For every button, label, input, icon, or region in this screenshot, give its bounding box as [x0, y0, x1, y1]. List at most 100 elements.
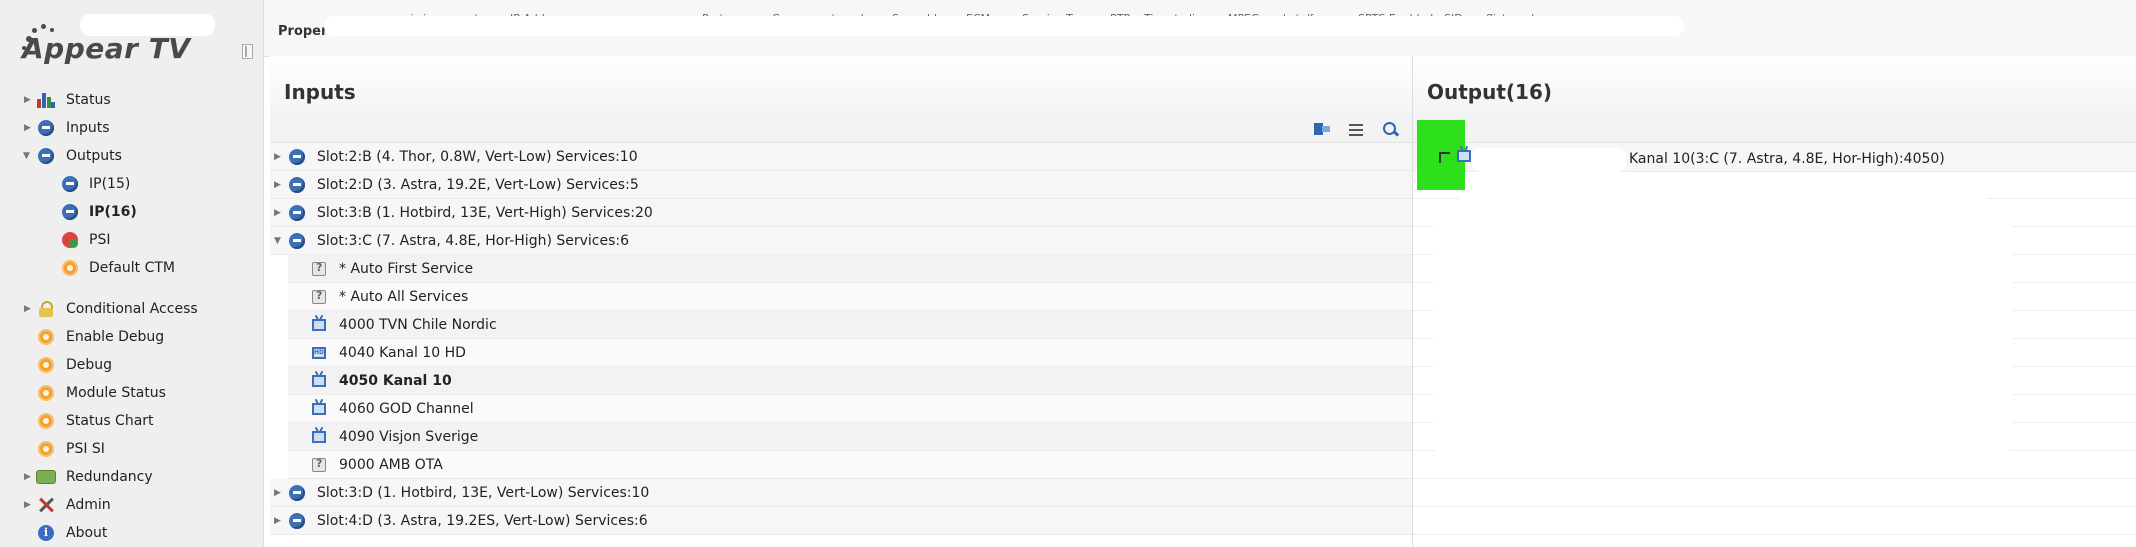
- service-row-selected[interactable]: 4050 Kanal 10: [288, 367, 1412, 395]
- expand-arrow-icon[interactable]: ▶: [24, 95, 32, 105]
- service-label: 4050 Kanal 10: [339, 372, 452, 389]
- sidebar-item-enable-debug[interactable]: Enable Debug: [0, 324, 264, 350]
- sidebar-item-module-status[interactable]: Module Status: [0, 380, 264, 406]
- hd-tv-icon: HD: [310, 344, 328, 362]
- output-empty-row: [1413, 171, 2136, 199]
- expand-arrow-icon[interactable]: ▶: [274, 152, 281, 162]
- input-slot-row[interactable]: ▶ Slot:2:B (4. Thor, 0.8W, Vert-Low) Ser…: [270, 143, 1412, 171]
- output-arrow-icon: [60, 202, 80, 222]
- gear-icon: [36, 439, 56, 459]
- slot-label: Slot:2:D (3. Astra, 19.2E, Vert-Low) Ser…: [317, 176, 639, 193]
- tv-icon: [1457, 150, 1471, 162]
- tv-icon: [310, 372, 328, 390]
- redacted-area: [1433, 196, 2013, 476]
- expand-arrow-icon[interactable]: ▶: [274, 180, 281, 190]
- service-row[interactable]: 4060 GOD Channel: [288, 395, 1412, 423]
- gear-icon: [36, 327, 56, 347]
- input-arrow-icon: [288, 204, 306, 222]
- service-label: * Auto All Services: [339, 288, 469, 305]
- sidebar-item-label: Debug: [66, 357, 113, 373]
- sidebar-item-debug[interactable]: Debug: [0, 352, 264, 378]
- psi-icon: [60, 230, 80, 250]
- sidebar-item-redundancy[interactable]: ▶ Redundancy: [0, 464, 264, 490]
- sidebar-item-ip16[interactable]: IP(16): [0, 199, 264, 225]
- redacted-area: [80, 14, 215, 36]
- input-slot-row[interactable]: ▶ Slot:2:D (3. Astra, 19.2E, Vert-Low) S…: [270, 171, 1412, 199]
- slot-label: Slot:4:D (3. Astra, 19.2ES, Vert-Low) Se…: [317, 512, 648, 529]
- expand-arrow-icon[interactable]: ▶: [24, 500, 32, 510]
- sidebar-item-inputs[interactable]: ▶ Inputs: [0, 115, 264, 141]
- service-row[interactable]: 4000 TVN Chile Nordic: [288, 311, 1412, 339]
- sidebar: Appear TV ▶ Status ▶ Inputs ▼ Outputs IP…: [0, 0, 264, 547]
- sidebar-item-label: Status Chart: [66, 413, 154, 429]
- redacted-area: [1471, 148, 1627, 172]
- auto-service-icon: [310, 260, 328, 278]
- inputs-panel: Inputs ▶ Slot:2:B (4. Thor, 0.8W, Vert-L…: [270, 56, 1412, 547]
- search-icon[interactable]: [1380, 120, 1400, 139]
- input-slot-row[interactable]: ▶ Slot:4:D (3. Astra, 19.2ES, Vert-Low) …: [270, 507, 1412, 535]
- gear-icon: [36, 383, 56, 403]
- service-row[interactable]: * Auto All Services: [288, 283, 1412, 311]
- service-label: 4000 TVN Chile Nordic: [339, 316, 497, 333]
- status-chart-icon: [36, 90, 56, 110]
- properties-header: Properties ...ic increment IP Address Po…: [264, 0, 2136, 57]
- expand-arrow-icon[interactable]: ▶: [274, 516, 281, 526]
- export-icon[interactable]: [1312, 120, 1332, 139]
- expand-arrow-icon[interactable]: ▶: [24, 304, 32, 314]
- redundancy-icon: [36, 467, 56, 487]
- collapse-arrow-icon[interactable]: ▼: [23, 151, 31, 161]
- service-label: 4090 Visjon Sverige: [339, 428, 479, 445]
- tools-icon: [36, 495, 56, 515]
- output-service-label: Kanal 10(3:C (7. Astra, 4.8E, Hor-High):…: [1629, 151, 1945, 167]
- sidebar-item-label: Conditional Access: [66, 301, 198, 317]
- output-toolbar: [1413, 118, 2136, 143]
- sidebar-item-status[interactable]: ▶ Status: [0, 87, 264, 113]
- output-title: Output(16): [1427, 80, 1553, 104]
- service-row[interactable]: * Auto First Service: [288, 255, 1412, 283]
- input-arrow-icon: [288, 512, 306, 530]
- collapse-sidebar-button[interactable]: [242, 44, 253, 59]
- service-row[interactable]: HD 4040 Kanal 10 HD: [288, 339, 1412, 367]
- input-arrow-icon: [288, 148, 306, 166]
- list-view-icon[interactable]: [1346, 120, 1366, 139]
- sidebar-item-admin[interactable]: ▶ Admin: [0, 492, 264, 518]
- inputs-header: Inputs: [270, 56, 1412, 119]
- inputs-toolbar: [270, 118, 1412, 143]
- sidebar-item-default-ctm[interactable]: Default CTM: [0, 255, 264, 281]
- input-arrow-icon: [36, 118, 56, 138]
- service-label: * Auto First Service: [339, 260, 474, 277]
- info-icon: i: [36, 523, 56, 543]
- collapse-arrow-icon[interactable]: ▼: [274, 236, 281, 246]
- sidebar-item-conditional-access[interactable]: ▶ Conditional Access: [0, 296, 264, 322]
- output-arrow-icon: [36, 146, 56, 166]
- sidebar-item-label: Admin: [66, 497, 111, 513]
- sidebar-item-label: PSI SI: [66, 441, 105, 457]
- service-label: 4060 GOD Channel: [339, 400, 474, 417]
- tv-icon: [310, 428, 328, 446]
- sidebar-item-about[interactable]: i About: [0, 520, 264, 546]
- auto-service-icon: [310, 288, 328, 306]
- service-label: 4040 Kanal 10 HD: [339, 344, 466, 361]
- tv-icon: [310, 316, 328, 334]
- sidebar-item-outputs[interactable]: ▼ Outputs: [0, 143, 264, 169]
- input-slot-row[interactable]: ▶ Slot:3:B (1. Hotbird, 13E, Vert-High) …: [270, 199, 1412, 227]
- expand-arrow-icon[interactable]: ▶: [24, 472, 32, 482]
- input-slot-row[interactable]: ▶ Slot:3:D (1. Hotbird, 13E, Vert-Low) S…: [270, 479, 1412, 507]
- expand-arrow-icon[interactable]: ▶: [274, 488, 281, 498]
- sidebar-item-psi[interactable]: PSI: [0, 227, 264, 253]
- gear-icon: [36, 411, 56, 431]
- expand-arrow-icon[interactable]: ▶: [24, 123, 32, 133]
- auto-service-icon: [310, 456, 328, 474]
- service-row[interactable]: 9000 AMB OTA: [288, 451, 1412, 479]
- sidebar-item-ip15[interactable]: IP(15): [0, 171, 264, 197]
- sidebar-item-label: Outputs: [66, 148, 122, 164]
- row-checkbox[interactable]: [1439, 152, 1450, 163]
- sidebar-item-psi-si[interactable]: PSI SI: [0, 436, 264, 462]
- sidebar-item-label: Redundancy: [66, 469, 153, 485]
- input-slot-row[interactable]: ▼ Slot:3:C (7. Astra, 4.8E, Hor-High) Se…: [270, 227, 1412, 255]
- expand-arrow-icon[interactable]: ▶: [274, 208, 281, 218]
- service-label: 9000 AMB OTA: [339, 456, 443, 473]
- slot-label: Slot:3:C (7. Astra, 4.8E, Hor-High) Serv…: [317, 232, 630, 249]
- sidebar-item-status-chart[interactable]: Status Chart: [0, 408, 264, 434]
- service-row[interactable]: 4090 Visjon Sverige: [288, 423, 1412, 451]
